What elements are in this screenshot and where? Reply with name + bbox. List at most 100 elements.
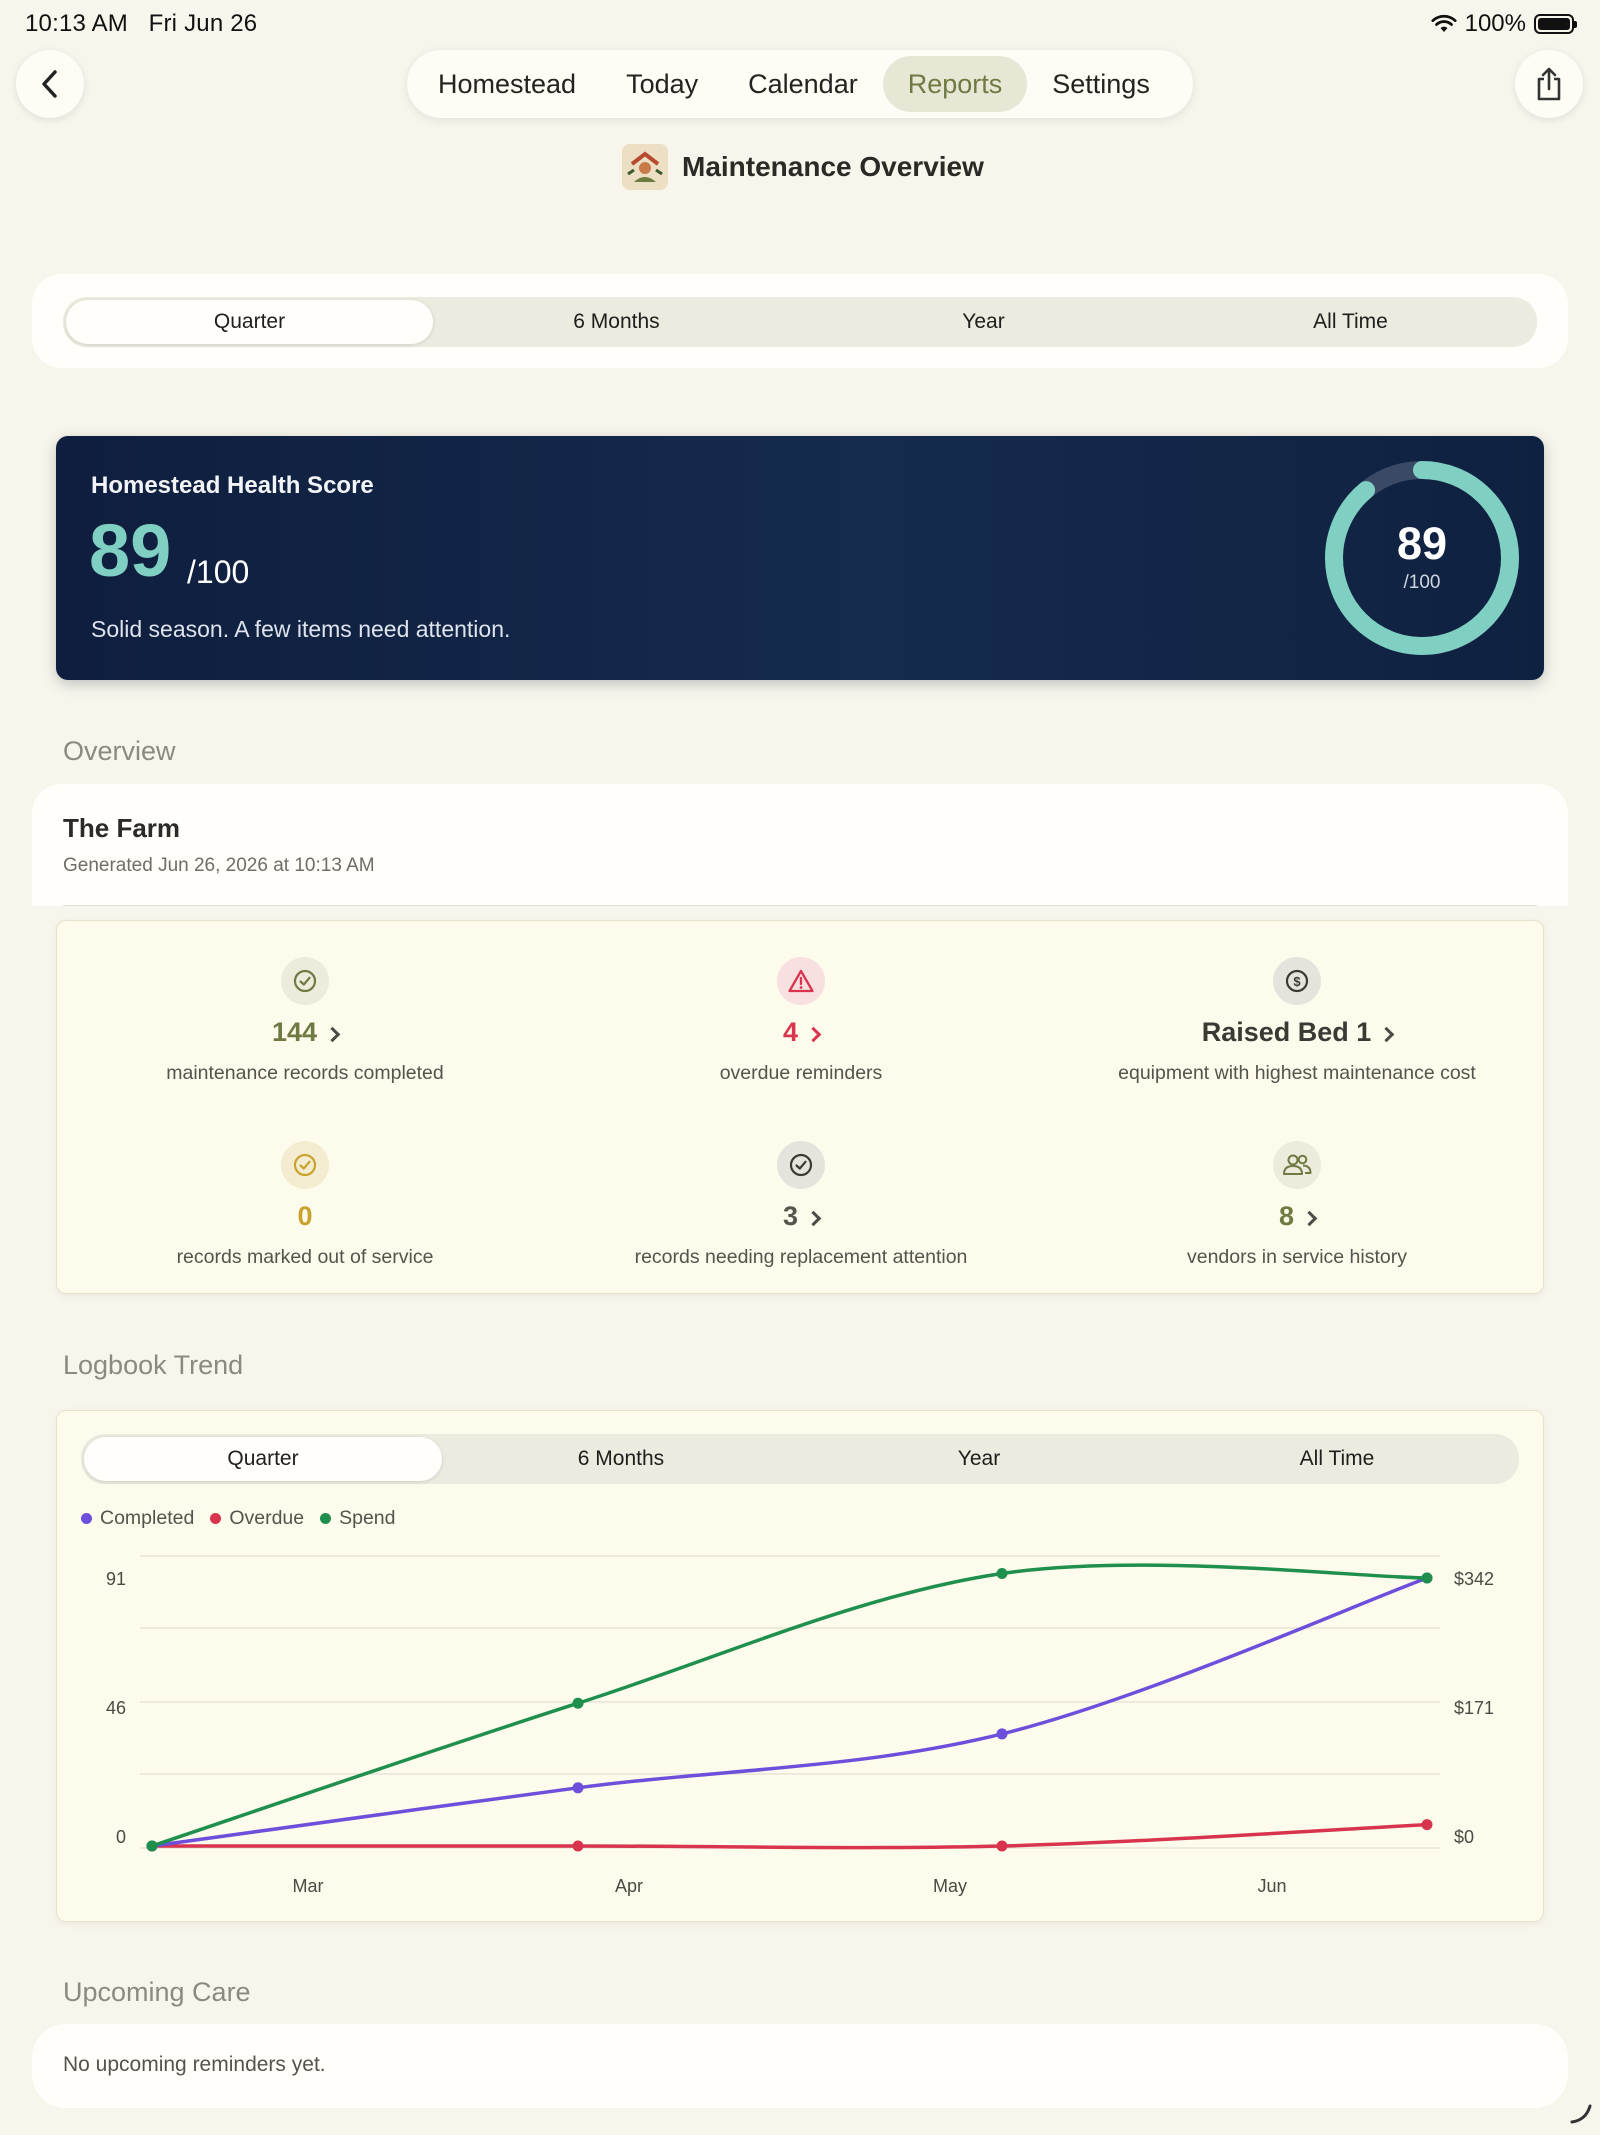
health-score-max: /100 [187, 554, 250, 590]
stat-value: 144 [271, 1017, 318, 1047]
y2-axis-tick-label: $0 [1454, 1827, 1474, 1847]
legend-item-completed: Completed [81, 1507, 194, 1530]
stat-highest-cost-equipment[interactable]: $ Raised Bed 1 equipment with highest ma… [1049, 957, 1545, 1085]
period-option-quarter[interactable]: Quarter [66, 300, 433, 344]
battery-percent: 100% [1464, 10, 1526, 37]
stat-label: records needing replacement attention [634, 1246, 968, 1268]
chevron-right-icon [805, 1210, 822, 1226]
legend-label: Overdue [229, 1507, 305, 1529]
tab-homestead[interactable]: Homestead [413, 56, 601, 112]
chevron-right-icon [1301, 1210, 1318, 1226]
trend-period-segmented-control: Quarter 6 Months Year All Time [81, 1434, 1519, 1484]
data-point-overdue [572, 1840, 584, 1852]
svg-text:$: $ [1293, 974, 1301, 989]
stat-records-completed[interactable]: 144 maintenance records completed [57, 957, 553, 1085]
y-axis-tick-label: 0 [116, 1827, 126, 1847]
ring-score-value: 89 [1396, 518, 1448, 569]
period-option-year[interactable]: Year [800, 300, 1167, 344]
app-logo [622, 144, 668, 190]
logbook-trend-chart: 91 46 0 $342 $171 $0 Mar Apr May Jun [106, 1555, 1494, 1896]
x-axis-tick-label: Jun [1257, 1876, 1286, 1896]
upcoming-empty-message: No upcoming reminders yet. [63, 2053, 326, 2076]
health-message: Solid season. A few items need attention… [91, 616, 511, 642]
divider [63, 905, 1537, 906]
tab-calendar[interactable]: Calendar [723, 56, 883, 112]
stat-overdue-reminders[interactable]: 4 overdue reminders [553, 957, 1049, 1085]
upcoming-care-heading: Upcoming Care [63, 1977, 251, 2007]
stat-value: 4 [782, 1017, 799, 1047]
status-indicators: 100% [1431, 10, 1577, 38]
data-point-overdue [996, 1840, 1008, 1852]
warning-triangle-icon [777, 957, 825, 1005]
battery-icon [1534, 14, 1577, 34]
back-button[interactable] [16, 50, 84, 118]
period-option-all-time[interactable]: All Time [1167, 300, 1534, 344]
stat-label: maintenance records completed [166, 1062, 444, 1084]
chart-legend: Completed Overdue Spend [81, 1507, 396, 1530]
dollar-circle-icon: $ [1273, 957, 1321, 1005]
check-circle-icon [281, 1141, 329, 1189]
legend-dot [81, 1513, 92, 1524]
data-point-completed [572, 1782, 584, 1794]
ring-score-max: /100 [1403, 572, 1441, 593]
overview-stats-card: 144 maintenance records completed 4 over… [56, 920, 1544, 1294]
series-line-overdue [150, 1822, 1429, 1850]
legend-label: Completed [100, 1507, 195, 1529]
status-date: Fri Jun 26 [148, 10, 258, 37]
chevron-left-icon [42, 70, 57, 98]
y2-axis-tick-label: $171 [1454, 1698, 1494, 1718]
chevron-right-icon [324, 1026, 341, 1042]
status-time: 10:13 AM Fri Jun 26 [25, 10, 258, 37]
stat-value: 0 [297, 1201, 313, 1231]
logbook-trend-heading: Logbook Trend [63, 1350, 244, 1380]
health-score-card: Homestead Health Score 89 /100 Solid sea… [56, 436, 1544, 680]
series-line-spend [150, 1563, 1429, 1848]
trend-option-all-time[interactable]: All Time [1158, 1437, 1516, 1481]
legend-item-overdue: Overdue [210, 1507, 304, 1530]
top-nav: Homestead Today Calendar Reports Setting… [407, 50, 1193, 118]
legend-label: Spend [339, 1507, 396, 1529]
stat-value: 8 [1278, 1201, 1295, 1231]
period-segmented-control: Quarter 6 Months Year All Time [63, 297, 1537, 347]
data-point-completed [996, 1728, 1008, 1740]
wifi-icon [1431, 14, 1457, 32]
farm-name: The Farm [63, 813, 181, 843]
resize-handle-icon[interactable] [1568, 2100, 1594, 2126]
stat-replacement-attention[interactable]: 3 records needing replacement attention [553, 1141, 1049, 1269]
overview-card [32, 784, 1568, 906]
data-point-spend [1421, 1572, 1433, 1584]
stat-value: Raised Bed 1 [1201, 1017, 1372, 1047]
stat-out-of-service: 0 records marked out of service [57, 1141, 553, 1269]
x-axis-tick-label: May [933, 1876, 967, 1896]
data-point-overdue [1421, 1819, 1433, 1831]
chevron-right-icon [1379, 1026, 1395, 1042]
chevron-right-icon [805, 1026, 822, 1042]
stat-label: vendors in service history [1186, 1246, 1407, 1268]
stat-label: records marked out of service [176, 1246, 434, 1268]
trend-option-6-months[interactable]: 6 Months [442, 1437, 800, 1481]
x-axis-tick-label: Mar [293, 1876, 324, 1896]
overview-heading: Overview [63, 736, 176, 766]
trend-option-year[interactable]: Year [800, 1437, 1158, 1481]
stat-value: 3 [782, 1201, 799, 1231]
report-generated-time: Generated Jun 26, 2026 at 10:13 AM [63, 855, 375, 876]
health-title: Homestead Health Score [91, 472, 374, 499]
y-axis-tick-label: 91 [106, 1569, 126, 1589]
data-point-spend [146, 1840, 158, 1852]
tab-today[interactable]: Today [601, 56, 723, 112]
share-icon [1537, 67, 1561, 101]
legend-item-spend: Spend [320, 1507, 396, 1530]
check-circle-icon [281, 957, 329, 1005]
period-option-6-months[interactable]: 6 Months [433, 300, 800, 344]
series-line-completed [150, 1576, 1429, 1848]
share-button[interactable] [1515, 50, 1583, 118]
stat-label: overdue reminders [719, 1062, 883, 1084]
data-point-spend [996, 1567, 1008, 1579]
stat-vendors[interactable]: 8 vendors in service history [1049, 1141, 1545, 1269]
health-score-value: 89 [89, 509, 172, 592]
page-title: Maintenance Overview [682, 151, 984, 182]
tab-settings[interactable]: Settings [1027, 56, 1175, 112]
trend-option-quarter[interactable]: Quarter [84, 1437, 442, 1481]
y-axis-tick-label: 46 [106, 1698, 126, 1718]
tab-reports[interactable]: Reports [882, 56, 1028, 112]
